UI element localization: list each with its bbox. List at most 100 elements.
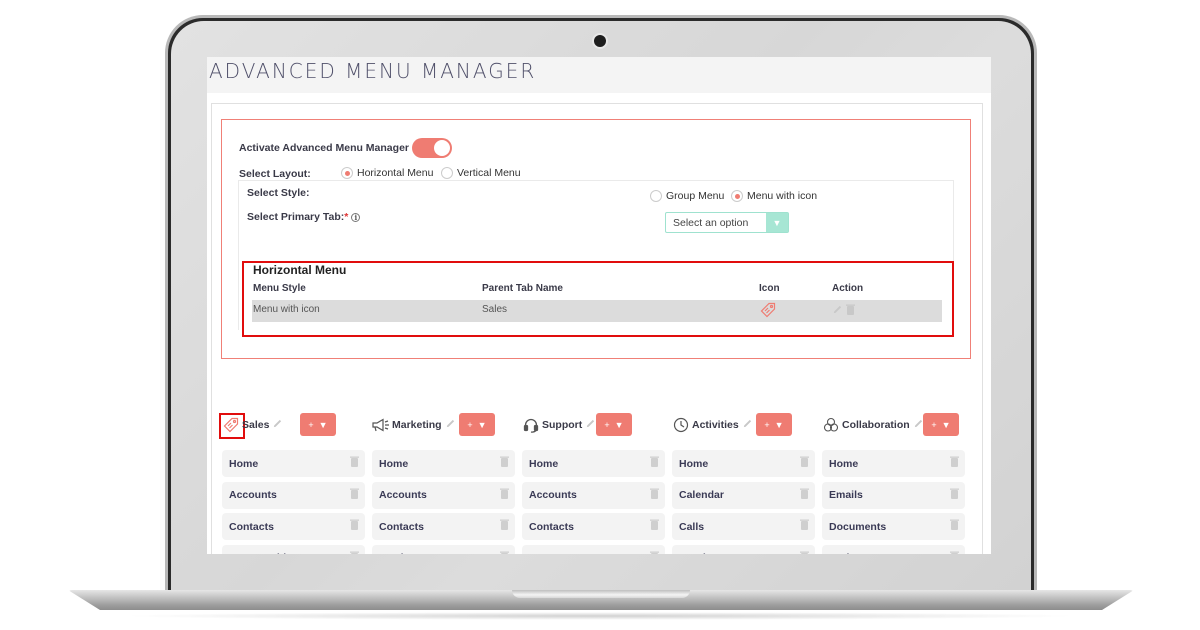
- list-item-label: Home: [379, 457, 409, 470]
- primary-tab-text: Select Primary Tab:: [247, 211, 345, 223]
- trash-icon[interactable]: [800, 456, 809, 470]
- plus-label: +: [931, 419, 937, 430]
- edit-icon[interactable]: [272, 418, 283, 432]
- menu-group-name: Support: [542, 419, 583, 431]
- list-item[interactable]: Contacts: [522, 513, 665, 540]
- list-item[interactable]: Cases: [522, 544, 665, 554]
- col-icon: Icon: [759, 283, 780, 294]
- trash-icon[interactable]: [500, 519, 509, 533]
- menu-group-header: Activities: [672, 413, 753, 437]
- trash-icon[interactable]: [950, 551, 959, 554]
- activate-toggle[interactable]: [412, 138, 452, 158]
- trash-icon[interactable]: [350, 519, 359, 533]
- list-item[interactable]: Home: [222, 450, 365, 477]
- trash-icon[interactable]: [650, 456, 659, 470]
- list-item-label: Calendar: [679, 489, 724, 501]
- radio-group-menu[interactable]: [650, 190, 662, 202]
- tag-icon: [760, 302, 776, 321]
- list-item-label: Documents: [829, 520, 887, 533]
- menu-group-header: Collaboration: [822, 413, 924, 437]
- select-placeholder: Select an option: [673, 216, 749, 229]
- caret-down-icon: ▼: [477, 419, 487, 430]
- list-item[interactable]: Home: [372, 450, 515, 477]
- add-item-button[interactable]: + ▼: [923, 413, 959, 436]
- plus-label: +: [467, 419, 473, 430]
- trash-icon[interactable]: [650, 551, 659, 554]
- content-area: Activate Advanced Menu Manager Select La…: [207, 93, 991, 554]
- trash-icon[interactable]: [350, 488, 359, 502]
- col-menu-style: Menu Style: [253, 283, 306, 294]
- trash-icon[interactable]: [650, 488, 659, 502]
- horizontal-menu-title: Horizontal Menu: [253, 263, 347, 277]
- edit-icon[interactable]: [445, 418, 456, 432]
- trash-icon[interactable]: [350, 456, 359, 470]
- trash-icon[interactable]: [500, 551, 509, 554]
- layout-option-vertical[interactable]: Vertical Menu: [441, 167, 521, 179]
- list-item[interactable]: Emails: [822, 481, 965, 509]
- list-item[interactable]: Home: [672, 450, 815, 477]
- list-item[interactable]: Home: [522, 450, 665, 477]
- trash-icon[interactable]: [500, 488, 509, 502]
- trash-icon[interactable]: [800, 551, 809, 554]
- primary-tab-select[interactable]: Select an option ▼: [665, 212, 789, 233]
- toggle-knob: [434, 140, 450, 156]
- list-item[interactable]: Opportunities: [222, 544, 365, 554]
- layout-option-label: Horizontal Menu: [357, 167, 434, 179]
- list-item[interactable]: Calendar: [672, 481, 815, 509]
- table-row: Menu with icon Sales: [252, 300, 942, 322]
- list-item[interactable]: Accounts: [222, 481, 365, 509]
- list-item[interactable]: Contacts: [222, 513, 365, 540]
- trash-icon[interactable]: [846, 304, 855, 318]
- edit-icon[interactable]: [742, 418, 753, 432]
- list-item[interactable]: Contacts: [372, 513, 515, 540]
- style-option-label: Group Menu: [666, 190, 725, 202]
- trash-icon[interactable]: [800, 488, 809, 502]
- list-item[interactable]: Leads: [372, 544, 515, 554]
- trash-icon[interactable]: [800, 519, 809, 533]
- trash-icon[interactable]: [950, 488, 959, 502]
- horizontal-menu-table: Horizontal Menu Menu Style Parent Tab Na…: [242, 261, 954, 337]
- radio-menu-with-icon[interactable]: [731, 190, 743, 202]
- cell-menu-style: Menu with icon: [253, 304, 320, 315]
- trash-icon[interactable]: [650, 519, 659, 533]
- list-item-label: Cases: [529, 552, 560, 554]
- radio-vertical[interactable]: [441, 167, 453, 179]
- add-item-button[interactable]: + ▼: [596, 413, 632, 436]
- layout-option-horizontal[interactable]: Horizontal Menu: [341, 167, 433, 179]
- edit-icon[interactable]: [832, 304, 843, 318]
- radio-horizontal[interactable]: [341, 167, 353, 179]
- list-item[interactable]: Accounts: [522, 481, 665, 509]
- list-item[interactable]: Meetings: [672, 544, 815, 554]
- trash-icon[interactable]: [950, 519, 959, 533]
- edit-icon[interactable]: [585, 418, 596, 432]
- list-item[interactable]: Home: [822, 450, 965, 477]
- trash-icon[interactable]: [500, 456, 509, 470]
- menu-group-name: Marketing: [392, 419, 442, 431]
- chevron-down-icon[interactable]: ▼: [766, 213, 788, 232]
- primary-tab-label: Select Primary Tab: * i: [247, 211, 361, 223]
- screen: ADVANCED MENU MANAGER Activate Advanced …: [207, 57, 991, 554]
- plus-label: +: [604, 419, 610, 430]
- style-option-icon[interactable]: Menu with icon: [731, 190, 817, 202]
- megaphone-icon: [372, 416, 390, 434]
- list-item[interactable]: Documents: [822, 513, 965, 540]
- trash-icon[interactable]: [350, 551, 359, 554]
- add-item-button[interactable]: + ▼: [300, 413, 336, 436]
- list-item-label: Emails: [829, 489, 863, 501]
- tag-icon: [222, 416, 240, 434]
- trash-icon[interactable]: [950, 456, 959, 470]
- list-item[interactable]: Calls: [672, 513, 815, 540]
- add-item-button[interactable]: + ▼: [459, 413, 495, 436]
- list-item[interactable]: Projects: [822, 544, 965, 554]
- plus-label: +: [308, 419, 314, 430]
- list-item-label: Accounts: [529, 489, 577, 501]
- info-icon[interactable]: i: [351, 212, 361, 222]
- menu-group-header: Sales: [222, 413, 283, 437]
- list-item-label: Home: [229, 457, 259, 470]
- cell-parent-tab: Sales: [482, 304, 508, 315]
- list-item[interactable]: Accounts: [372, 481, 515, 509]
- add-item-button[interactable]: + ▼: [756, 413, 792, 436]
- style-option-group[interactable]: Group Menu: [650, 190, 724, 202]
- menu-group-name: Sales: [242, 419, 270, 431]
- list-item-label: Home: [829, 457, 859, 470]
